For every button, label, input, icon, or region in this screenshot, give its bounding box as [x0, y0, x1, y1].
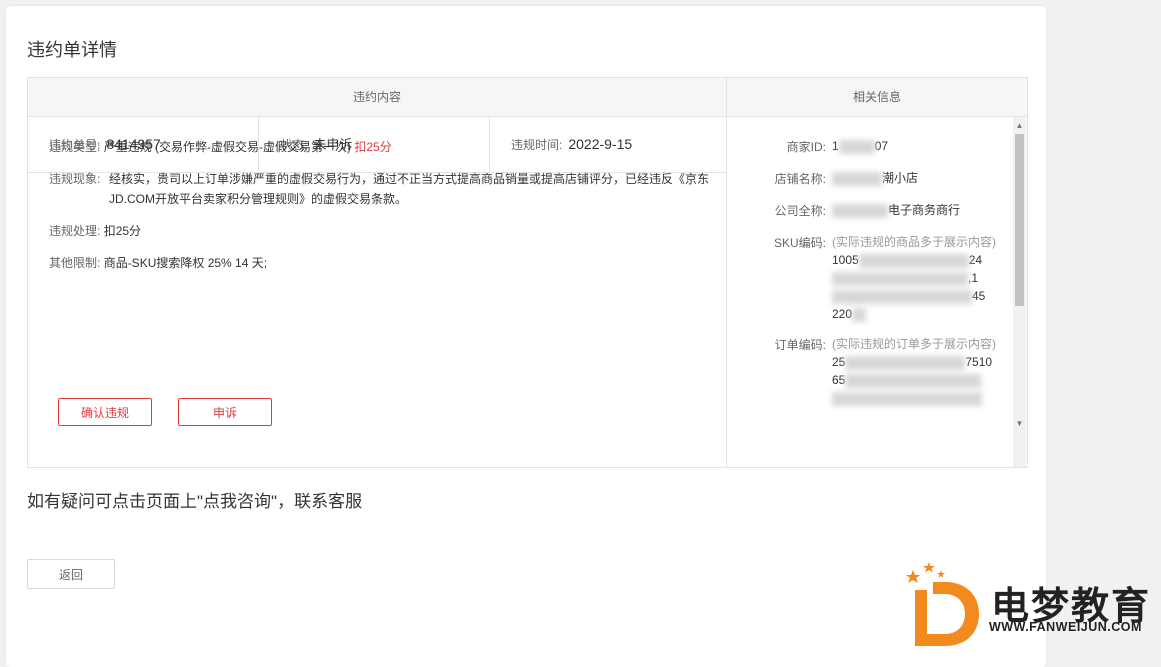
redacted-block: [832, 271, 968, 286]
sku-line-4: 220: [832, 305, 997, 323]
order-line-1-prefix: 25: [832, 355, 846, 369]
violation-type-value: 严重违规 (交易作弊-虚假交易-虚假交易第一次): [103, 140, 352, 154]
related-info-column: 商家ID: 1 07 店铺名称: 潮小店 公司全称: 电子商务商行 SKU编码:: [727, 117, 1027, 467]
violation-panel: 违约内容 相关信息 违约单号: 8414957 状态: 未申诉 违规时间: 2022-…: [27, 77, 1028, 468]
sku-label: SKU编码:: [773, 236, 826, 250]
related-info-list: 商家ID: 1 07 店铺名称: 潮小店 公司全称: 电子商务商行 SKU编码:: [727, 137, 1012, 419]
scroll-down-arrow-icon[interactable]: ▼: [1013, 417, 1026, 430]
store-name-value: 潮小店: [832, 169, 997, 187]
redacted-block: [852, 307, 867, 322]
other-restrictions-row: 其他限制: 商品-SKU搜索降权 25% 14 天;: [49, 253, 714, 273]
redacted-block: [838, 139, 875, 154]
sku-value: (实际违规的商品多于展示内容) 1005 24 ,1 45 220: [832, 233, 997, 323]
violation-details: 违规类型: 严重违规 (交易作弊-虚假交易-虚假交易第一次) 扣25分 违规现象…: [49, 137, 714, 285]
order-line-3: [832, 389, 997, 407]
sku-line-1-prefix: 1005: [832, 253, 859, 267]
sku-line-3-suffix: 45: [972, 289, 986, 303]
watermark-url: WWW.FANWEIJUN.COM: [989, 620, 1142, 634]
company-name-value: 电子商务商行: [832, 201, 997, 219]
violation-type-row: 违规类型: 严重违规 (交易作弊-虚假交易-虚假交易第一次) 扣25分: [49, 137, 714, 157]
order-label: 订单编码:: [774, 338, 826, 352]
merchant-id-prefix: 1: [832, 139, 839, 153]
redacted-block: [845, 355, 966, 370]
info-scrollbar[interactable]: ▲ ▼: [1013, 117, 1026, 467]
order-line-1: 25 7510: [832, 353, 997, 371]
redacted-block: [832, 289, 972, 304]
violation-penalty: 扣25分: [354, 140, 392, 154]
order-line-2: 65: [832, 371, 997, 389]
order-value: (实际违规的订单多于展示内容) 25 7510 65: [832, 335, 997, 407]
other-restrictions-value: 商品-SKU搜索降权 25% 14 天;: [103, 256, 268, 270]
sku-line-4-prefix: 220: [832, 307, 853, 321]
violation-type-label: 违规类型:: [49, 140, 101, 154]
watermark-logo-icon: [906, 562, 979, 646]
back-button[interactable]: 返回: [27, 559, 115, 589]
sku-row: SKU编码: (实际违规的商品多于展示内容) 1005 24 ,1 45 220: [727, 233, 1012, 323]
order-line-2-prefix: 65: [832, 373, 846, 387]
violation-phenomenon-row: 违规现象: 经核实，贵司以上订单涉嫌严重的虚假交易行为，通过不正当方式提高商品销…: [49, 169, 714, 209]
merchant-id-row: 商家ID: 1 07: [727, 137, 1012, 157]
store-name-label: 店铺名称:: [774, 172, 826, 186]
other-restrictions-label: 其他限制:: [49, 256, 101, 270]
store-name-suffix: 潮小店: [882, 171, 919, 185]
scroll-thumb[interactable]: [1015, 134, 1024, 306]
redacted-block: [832, 171, 882, 186]
page-title: 违约单详情: [27, 40, 117, 60]
scroll-up-arrow-icon[interactable]: ▲: [1013, 119, 1026, 132]
confirm-violation-button[interactable]: 确认违规: [58, 398, 152, 426]
order-line-1-suffix: 7510: [965, 355, 993, 369]
violation-handling-label: 违规处理:: [49, 224, 101, 238]
company-name-row: 公司全称: 电子商务商行: [727, 201, 1012, 221]
merchant-id-label: 商家ID:: [786, 140, 826, 154]
sku-note: (实际违规的商品多于展示内容): [832, 235, 996, 249]
violation-phenomenon-value: 经核实，贵司以上订单涉嫌严重的虚假交易行为，通过不正当方式提高商品销量或提高店铺…: [109, 172, 710, 206]
redacted-block: [858, 253, 969, 268]
merchant-id-suffix: 07: [874, 139, 889, 153]
sku-line-1-suffix: 24: [968, 253, 983, 267]
watermark: 电梦教育 WWW.FANWEIJUN.COM: [905, 560, 1161, 650]
sku-line-2-suffix: ,1: [968, 271, 979, 285]
redacted-block: [832, 203, 888, 218]
order-note: (实际违规的订单多于展示内容): [832, 337, 996, 351]
merchant-id-value: 1 07: [832, 137, 997, 155]
violation-phenomenon-label: 违规现象:: [49, 172, 101, 186]
order-row: 订单编码: (实际违规的订单多于展示内容) 25 7510 65: [727, 335, 1012, 407]
store-name-row: 店铺名称: 潮小店: [727, 169, 1012, 189]
sku-line-2: ,1: [832, 269, 997, 287]
help-text: 如有疑问可点击页面上"点我咨询"，联系客服: [27, 492, 363, 511]
violation-content-header: 违约内容: [28, 78, 727, 117]
redacted-block: [832, 391, 982, 406]
sku-line-3: 45: [832, 287, 997, 305]
appeal-button[interactable]: 申诉: [178, 398, 272, 426]
violation-handling-row: 违规处理: 扣25分: [49, 221, 714, 241]
redacted-block: [845, 373, 982, 388]
violation-content-column: 违约单号: 8414957 状态: 未申诉 违规时间: 2022-9-15 违规类型:…: [28, 117, 727, 467]
company-name-label: 公司全称:: [774, 204, 826, 218]
sku-line-1: 1005 24: [832, 251, 997, 269]
violation-handling-value: 扣25分: [103, 224, 142, 238]
related-info-header: 相关信息: [727, 78, 1027, 117]
company-name-suffix: 电子商务商行: [888, 203, 961, 217]
